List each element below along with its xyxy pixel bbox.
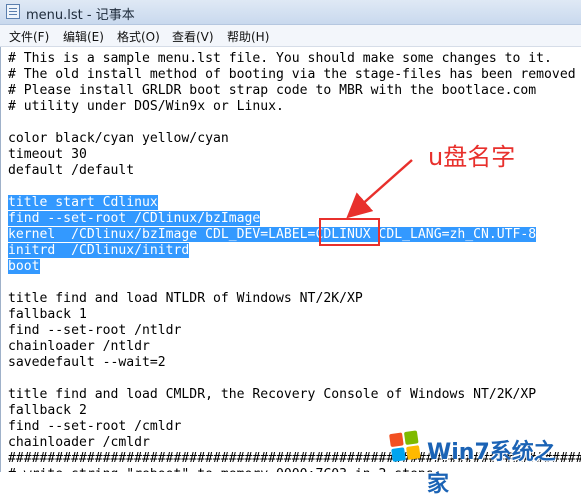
text-line-content: # The old install method of booting via … <box>8 67 576 82</box>
menubar: 文件(F) 编辑(E) 格式(O) 查看(V) 帮助(H) <box>0 25 581 47</box>
text-line: savedefault --wait=2 <box>8 355 581 371</box>
text-line-content: color black/cyan yellow/cyan <box>8 131 229 146</box>
text-line: title find and load CMLDR, the Recovery … <box>8 387 581 403</box>
annotation-label: u盘名字 <box>428 143 516 171</box>
watermark-text: Win7系统之家 <box>427 440 556 497</box>
text-line: initrd /CDlinux/initrd <box>8 243 581 259</box>
menu-view[interactable]: 查看(V) <box>172 28 214 45</box>
text-line-content: title start Cdlinux <box>8 195 158 210</box>
text-line <box>8 179 581 195</box>
text-line-content: chainloader /ntldr <box>8 339 150 354</box>
text-line: boot <box>8 259 581 275</box>
notepad-icon <box>6 4 20 19</box>
text-line: # Please install GRLDR boot strap code t… <box>8 83 581 99</box>
text-editor[interactable]: # This is a sample menu.lst file. You sh… <box>0 47 581 472</box>
text-line-content: title find and load NTLDR of Windows NT/… <box>8 291 363 306</box>
text-line-content: default /default <box>8 163 135 178</box>
text-line-content: fallback 1 <box>8 307 87 322</box>
editor-lines: # This is a sample menu.lst file. You sh… <box>8 51 581 472</box>
text-line: find --set-root /CDlinux/bzImage <box>8 211 581 227</box>
text-line-content: timeout 30 <box>8 147 87 162</box>
text-line: # utility under DOS/Win9x or Linux. <box>8 99 581 115</box>
menu-help[interactable]: 帮助(H) <box>227 28 269 45</box>
menu-file[interactable]: 文件(F) <box>9 28 49 45</box>
text-line-content: find --set-root /cmldr <box>8 419 182 434</box>
annotation-highlight-box <box>319 218 380 246</box>
text-line-content: find --set-root /CDlinux/bzImage <box>8 211 261 226</box>
text-line-content: # write string "reboot" to memory 0000:7… <box>8 467 442 472</box>
text-line <box>8 275 581 291</box>
text-line-content: find --set-root /ntldr <box>8 323 182 338</box>
text-line-content: chainloader /cmldr <box>8 435 150 450</box>
menu-edit[interactable]: 编辑(E) <box>63 28 104 45</box>
text-line-content: # utility under DOS/Win9x or Linux. <box>8 99 284 114</box>
text-line: kernel /CDlinux/bzImage CDL_DEV=LABEL=CD… <box>8 227 581 243</box>
text-line: title start Cdlinux <box>8 195 581 211</box>
windows-logo-icon <box>389 430 423 464</box>
text-line-content: boot <box>8 259 40 274</box>
text-line-content: # Please install GRLDR boot strap code t… <box>8 83 537 98</box>
text-line: # The old install method of booting via … <box>8 67 581 83</box>
text-line: # This is a sample menu.lst file. You sh… <box>8 51 581 67</box>
text-line-content: title find and load CMLDR, the Recovery … <box>8 387 537 402</box>
text-line-content: # This is a sample menu.lst file. You sh… <box>8 51 552 66</box>
text-line <box>8 115 581 131</box>
text-line: fallback 1 <box>8 307 581 323</box>
text-line-content: kernel /CDlinux/bzImage CDL_DEV=LABEL=CD… <box>8 227 537 242</box>
text-line-content: initrd /CDlinux/initrd <box>8 243 190 258</box>
text-line: fallback 2 <box>8 403 581 419</box>
text-line: chainloader /ntldr <box>8 339 581 355</box>
text-line: title find and load NTLDR of Windows NT/… <box>8 291 581 307</box>
text-line-content: fallback 2 <box>8 403 87 418</box>
window-titlebar[interactable]: menu.lst - 记事本 <box>0 0 581 25</box>
text-line: find --set-root /ntldr <box>8 323 581 339</box>
site-watermark: Win7系统之家 <box>387 428 577 497</box>
text-line <box>8 371 581 387</box>
menu-format[interactable]: 格式(O) <box>117 28 160 45</box>
window-title: menu.lst - 记事本 <box>26 8 135 23</box>
text-line-content: savedefault --wait=2 <box>8 355 166 370</box>
